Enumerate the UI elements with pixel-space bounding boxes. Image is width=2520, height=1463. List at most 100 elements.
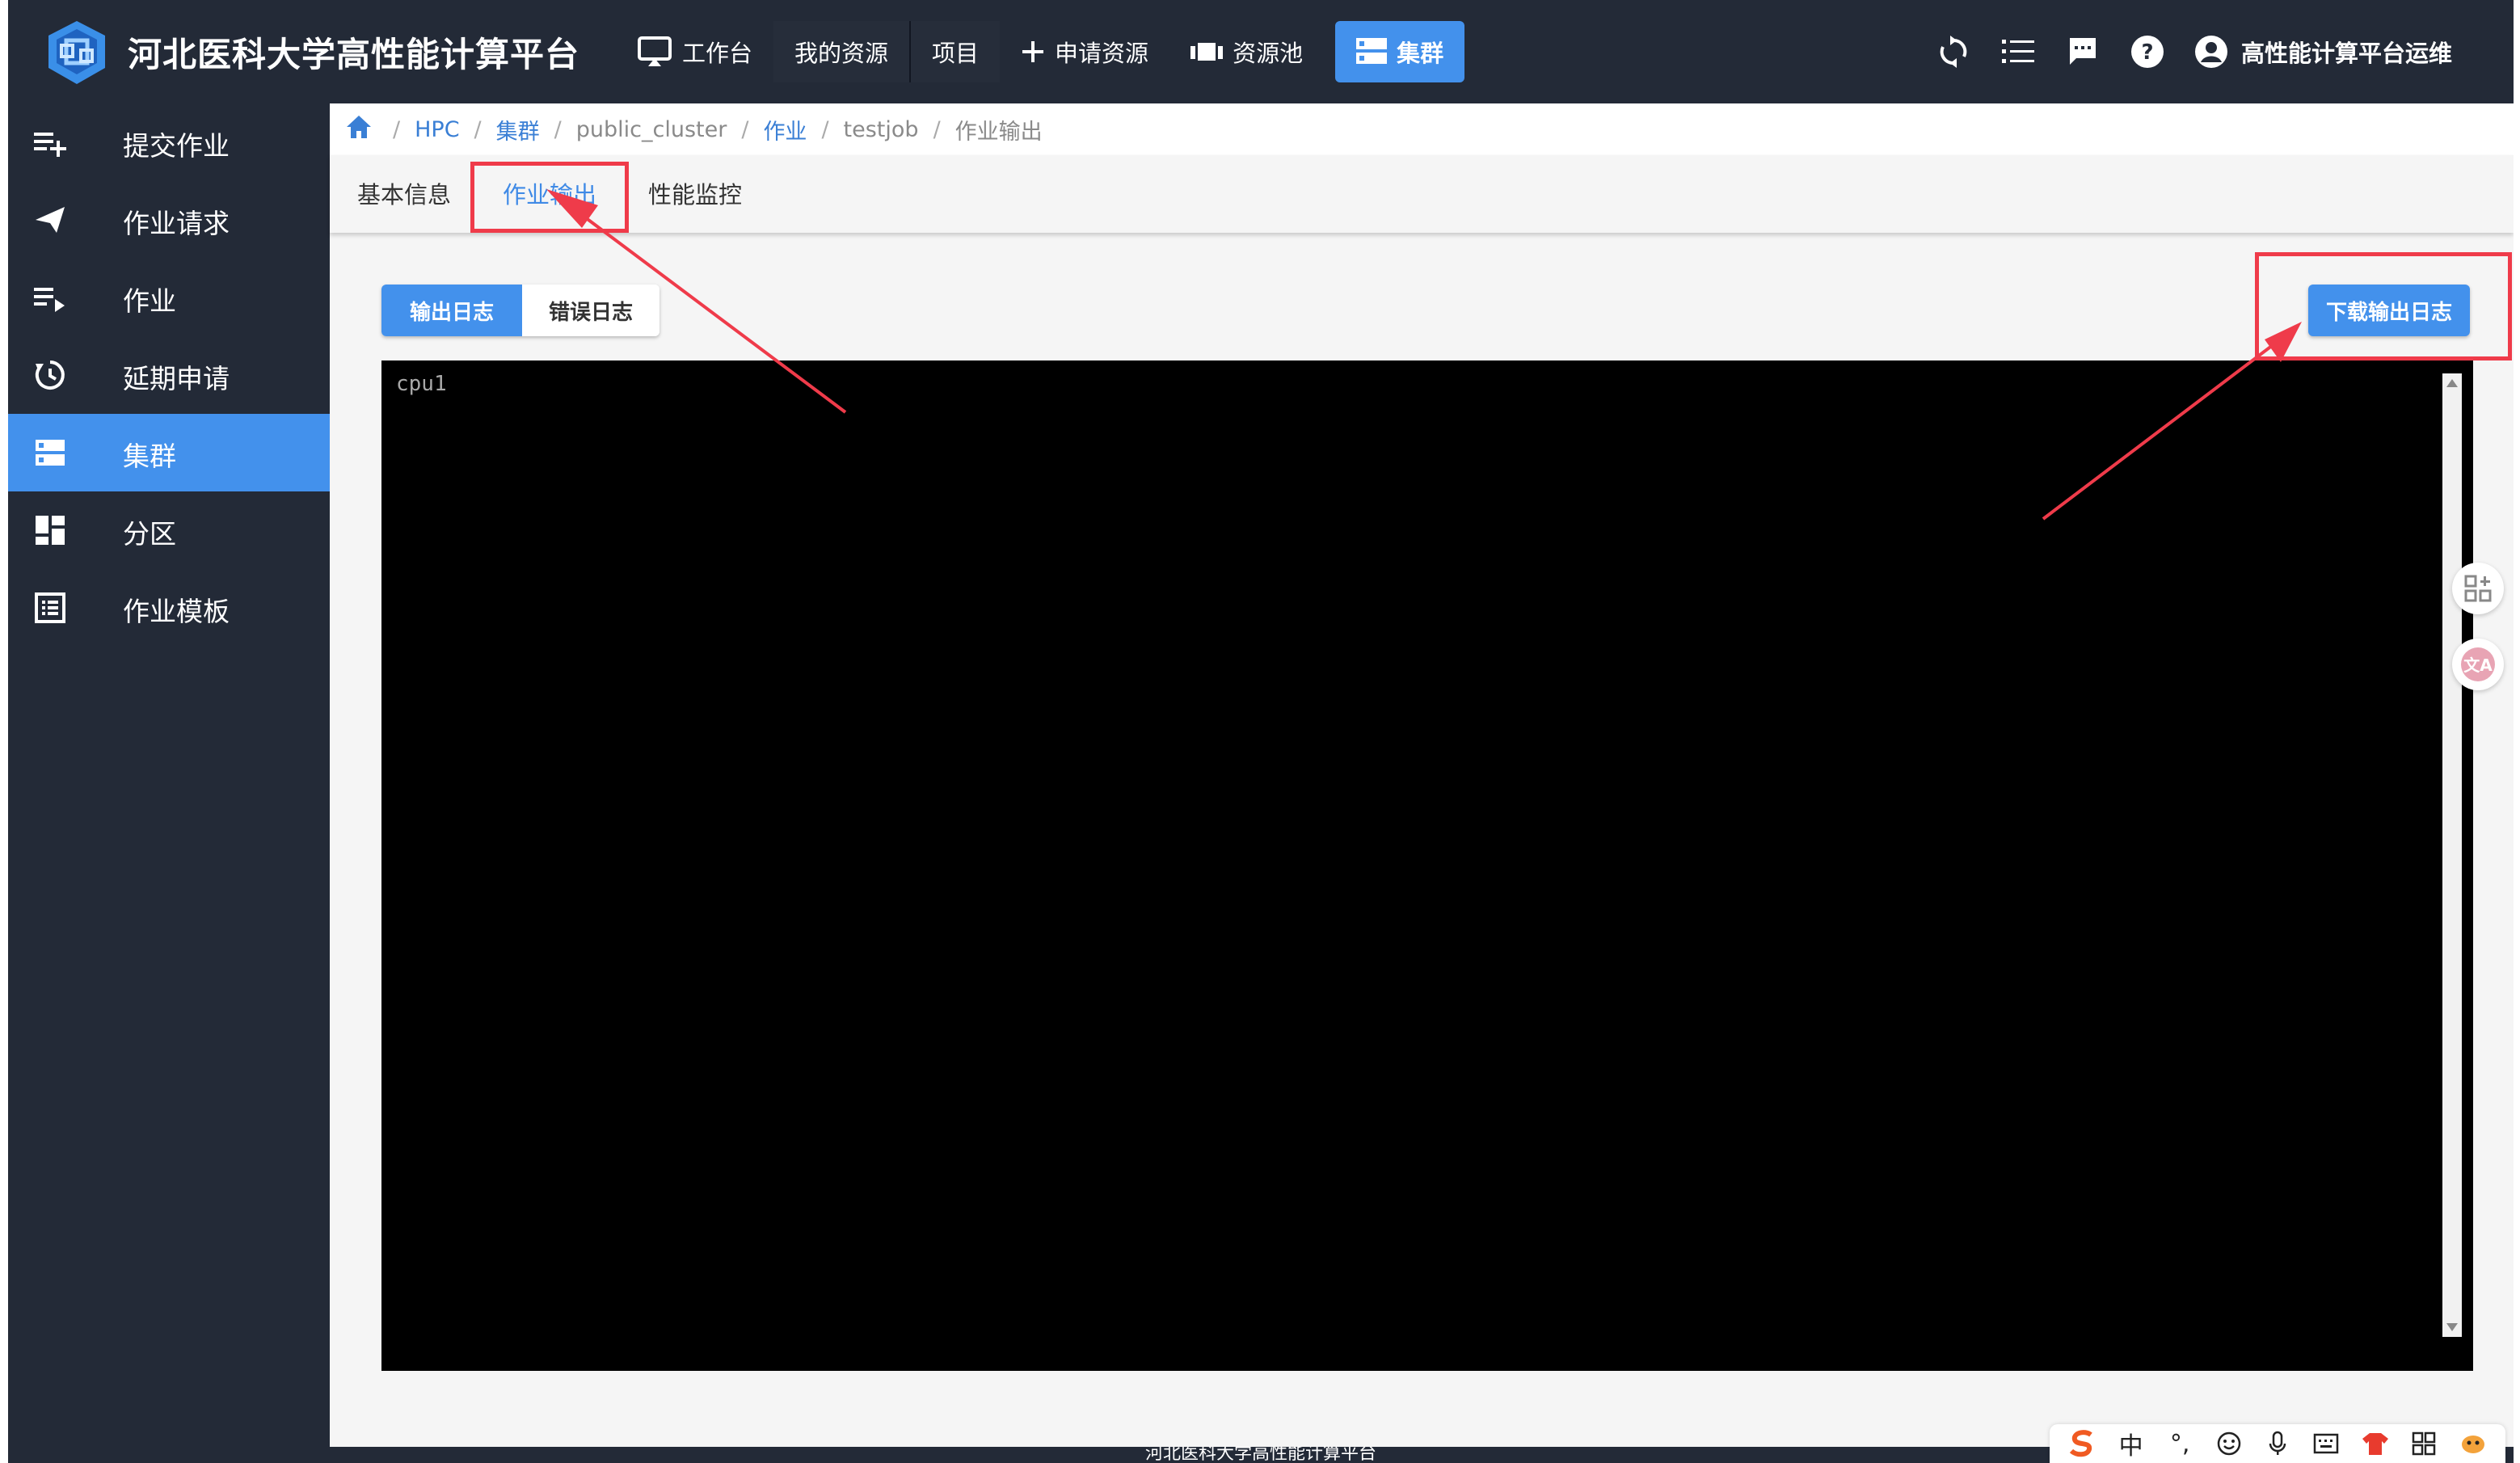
send-icon [36,207,65,233]
nav-label: 我的资源 [794,40,889,67]
app-title: 河北医科大学高性能计算平台 [128,35,580,74]
smiley-icon [2217,1431,2240,1456]
breadcrumb-hpc[interactable]: HPC [415,117,459,142]
top-right-actions: ? 高性能计算平台运维 [1921,0,2514,103]
keyboard-icon [2314,1433,2339,1454]
log-console[interactable]: cpu1 [381,360,2473,1371]
message-button[interactable] [2050,0,2115,103]
sidebar-item-label: 分区 [123,518,176,550]
floating-apps-button[interactable] [2452,563,2504,614]
nav-my-resources[interactable]: 我的资源 [773,21,910,82]
monitor-icon [638,36,672,66]
ime-toolbox-button[interactable] [2404,1426,2443,1461]
nav-cluster[interactable]: 集群 [1335,21,1465,82]
logo-icon [48,21,105,84]
nav-workbench[interactable]: 工作台 [616,21,773,82]
ime-language-toggle[interactable]: 中 [2112,1426,2151,1461]
account-icon [2194,36,2227,68]
breadcrumb-separator: / [933,116,941,142]
sidebar-item-label: 作业请求 [123,208,230,239]
server-icon [36,440,65,466]
nav-label: 资源池 [1233,40,1304,67]
breadcrumb: / HPC / 集群 / public_cluster / 作业 / testj… [330,103,2514,155]
sidebar-item-cluster[interactable]: 集群 [8,414,330,491]
user-menu[interactable]: 高性能计算平台运维 [2180,35,2514,69]
nav-label: 项目 [932,40,980,67]
annotation-box-tab [470,162,629,233]
breadcrumb-separator: / [393,116,401,142]
console-output: cpu1 [396,372,447,396]
svg-text:?: ? [2141,40,2153,65]
output-log-button[interactable]: 输出日志 [381,285,522,336]
scroll-down-arrow[interactable] [2442,1318,2462,1337]
nav-apply-resources[interactable]: 申请资源 [1000,21,1169,82]
triangle-up-icon [2446,379,2458,387]
nav-resource-pool[interactable]: 资源池 [1169,21,1324,82]
scroll-up-arrow[interactable] [2442,373,2462,393]
shirt-icon [2362,1433,2388,1455]
ime-voice-button[interactable] [2258,1426,2297,1461]
breadcrumb-separator: / [741,116,749,142]
history-icon [35,360,65,390]
grid-icon [2413,1431,2436,1456]
home-link[interactable] [346,115,372,145]
tab-basic-info[interactable]: 基本信息 [357,176,451,210]
annotation-box-download [2255,252,2512,360]
left-frame [0,0,8,1463]
ime-keyboard-button[interactable] [2307,1426,2345,1461]
error-log-button[interactable]: 错误日志 [522,285,659,336]
pool-icon [1190,43,1224,61]
sidebar-item-label: 集群 [123,441,176,472]
footer-text: 河北医科大学高性能计算平台 [1144,1447,1376,1463]
right-frame [2514,0,2520,1463]
breadcrumb-cluster[interactable]: 集群 [496,114,540,145]
list-button[interactable] [1986,0,2050,103]
sidebar-item-extension-requests[interactable]: 延期申请 [8,336,330,414]
nav-label: 集群 [1397,40,1444,67]
breadcrumb-jobs[interactable]: 作业 [763,114,807,145]
sidebar-item-label: 提交作业 [123,130,230,162]
server-icon [1356,38,1388,64]
help-button[interactable]: ? [2115,0,2180,103]
tab-performance-monitor[interactable]: 性能监控 [648,176,742,210]
message-icon [2069,38,2096,65]
sidebar-item-job-templates[interactable]: 作业模板 [8,569,330,647]
plus-icon [1022,41,1044,62]
detail-tabs: 基本信息 作业输出 性能监控 [330,155,2514,233]
breadcrumb-cluster-name: public_cluster [575,116,727,142]
help-icon: ? [2130,36,2164,68]
sidebar-item-label: 作业 [123,285,176,317]
sidebar-item-label: 延期申请 [123,363,230,394]
playlist-play-icon [34,288,65,312]
translate-icon: 文A [2461,647,2495,681]
ime-skin-button[interactable] [2356,1426,2395,1461]
nav-projects[interactable]: 项目 [911,21,1001,82]
refresh-button[interactable] [1921,0,1986,103]
list-box-icon [35,592,65,623]
top-bar: 河北医科大学高性能计算平台 工作台 我的资源 项目 申请资源 资源池 集群 ? … [8,0,2514,103]
apps-add-icon [2464,575,2492,602]
sidebar-item-submit-job[interactable]: 提交作业 [8,103,330,181]
svg-text:文A: 文A [2463,656,2493,675]
ime-logo[interactable] [2063,1426,2101,1461]
ime-punctuation-toggle[interactable]: °, [2160,1426,2199,1461]
ime-emoji-button[interactable] [2210,1426,2248,1461]
floating-translate-button[interactable]: 文A [2452,639,2504,690]
breadcrumb-separator: / [821,116,829,142]
home-icon [347,115,371,138]
main-content: / HPC / 集群 / public_cluster / 作业 / testj… [330,103,2514,1447]
top-nav: 工作台 我的资源 项目 申请资源 资源池 集群 [616,21,1465,82]
sidebar-item-job-requests[interactable]: 作业请求 [8,181,330,259]
list-icon [2001,40,2034,63]
mascot-icon [2461,1436,2484,1453]
ime-mascot-button[interactable] [2454,1426,2493,1461]
sidebar: 提交作业 作业请求 作业 延期申请 集群 分区 作业模板 [8,103,330,1447]
sidebar-item-label: 作业模板 [123,596,230,627]
breadcrumb-separator: / [474,116,482,142]
log-type-toggle: 输出日志 错误日志 [381,285,659,336]
sidebar-item-partitions[interactable]: 分区 [8,491,330,569]
triangle-down-icon [2446,1323,2458,1331]
ime-toolbar: 中 °, [2050,1424,2505,1463]
sidebar-item-jobs[interactable]: 作业 [8,259,330,336]
console-scrollbar[interactable] [2442,373,2462,1337]
